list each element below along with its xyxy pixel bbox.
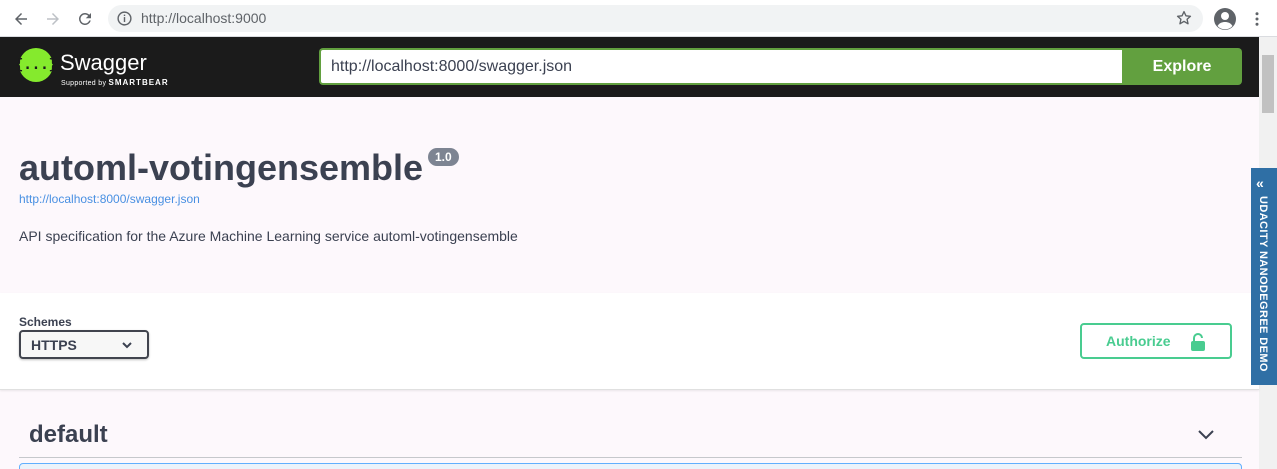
- reload-button[interactable]: [72, 6, 98, 32]
- browser-menu-button[interactable]: [1244, 6, 1270, 32]
- kebab-menu-icon: [1255, 12, 1259, 26]
- tag-default-title[interactable]: default: [29, 421, 108, 449]
- schemes-label: Schemes: [19, 315, 72, 329]
- profile-button[interactable]: [1212, 6, 1238, 32]
- swagger-logo-icon[interactable]: {...}: [15, 48, 57, 82]
- logo-text: Swagger: [60, 50, 147, 75]
- account-icon: [1214, 8, 1236, 30]
- reload-icon: [78, 12, 91, 25]
- tag-divider: [19, 457, 1242, 458]
- schemes-selected-value: HTTPS: [31, 337, 77, 353]
- side-tab-label: UDACITY NANODEGREE DEMO: [1257, 196, 1269, 372]
- authorize-label: Authorize: [1106, 333, 1171, 349]
- back-button[interactable]: [8, 6, 34, 32]
- browser-toolbar: http://localhost:9000: [0, 0, 1277, 37]
- logo-glyph: {...}: [14, 57, 58, 73]
- chevron-down-icon: [122, 342, 132, 349]
- arrow-right-icon: [47, 13, 59, 25]
- address-url: http://localhost:9000: [141, 10, 267, 26]
- version-badge: 1.0: [428, 148, 459, 166]
- address-bar[interactable]: http://localhost:9000: [108, 5, 1203, 32]
- spec-url-input[interactable]: [319, 48, 1122, 85]
- star-icon[interactable]: [1175, 9, 1193, 27]
- scrollbar-thumb[interactable]: [1262, 55, 1274, 113]
- chevron-down-icon[interactable]: [1196, 424, 1216, 444]
- udacity-side-tab[interactable]: « UDACITY NANODEGREE DEMO: [1251, 168, 1277, 385]
- api-title: automl-votingensemble: [19, 147, 424, 188]
- operation-block[interactable]: [19, 463, 1242, 469]
- authorize-button[interactable]: Authorize: [1080, 323, 1232, 359]
- logo-sub-brand: SMARTBEAR: [108, 78, 169, 87]
- explore-button[interactable]: Explore: [1122, 48, 1242, 85]
- api-description: API specification for the Azure Machine …: [19, 228, 518, 244]
- forward-button[interactable]: [40, 6, 66, 32]
- schemes-select[interactable]: HTTPS: [19, 330, 149, 359]
- double-chevron-left-icon: «: [1256, 175, 1264, 191]
- swagger-topbar: {...} Swagger Supported by SMARTBEAR Exp…: [0, 37, 1259, 97]
- schemes-section: Schemes HTTPS Authorize: [0, 293, 1259, 390]
- arrow-left-icon: [15, 13, 27, 25]
- spec-link[interactable]: http://localhost:8000/swagger.json: [19, 192, 200, 206]
- logo-subtitle: Supported by SMARTBEAR: [61, 78, 169, 87]
- info-icon[interactable]: [116, 10, 133, 27]
- logo-sub-prefix: Supported by: [61, 80, 109, 87]
- unlock-icon: [1191, 333, 1205, 351]
